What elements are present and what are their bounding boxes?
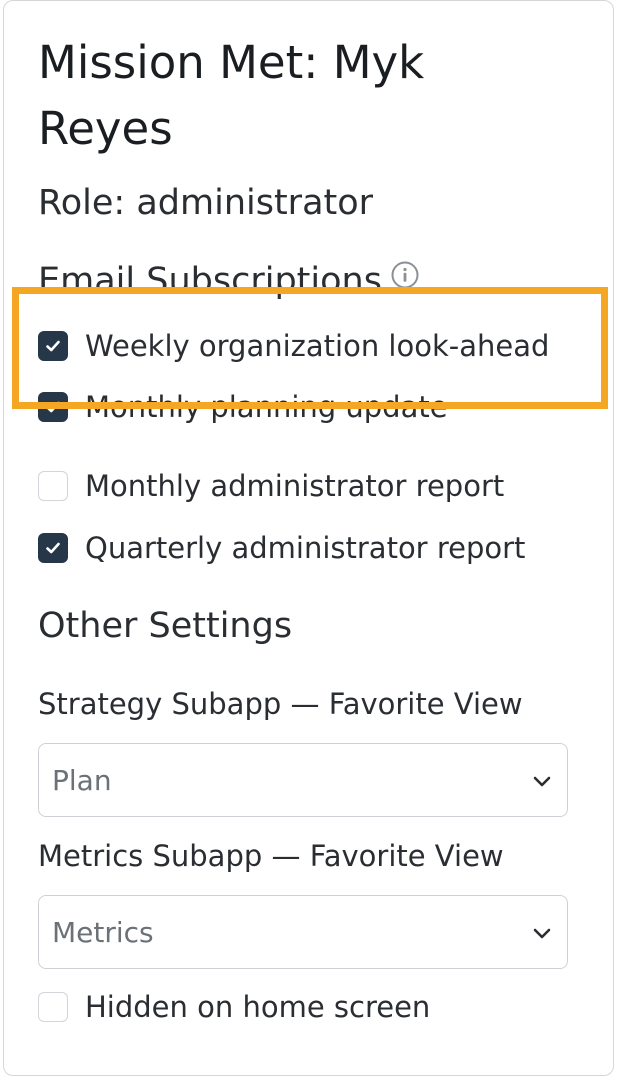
subscription-monthly-administrator-report[interactable]: Monthly administrator report [38, 466, 504, 506]
page-title: Mission Met: Myk Reyes [38, 36, 425, 155]
strategy-favorite-view-label: Strategy Subapp — Favorite View [38, 687, 523, 721]
hidden-on-home-screen[interactable]: Hidden on home screen [38, 987, 430, 1027]
metrics-favorite-view-label: Metrics Subapp — Favorite View [38, 839, 504, 873]
subscription-label: Quarterly administrator report [85, 531, 526, 565]
subscription-label: Monthly planning update [85, 390, 448, 424]
checkmark-icon [46, 542, 60, 554]
hidden-on-home-screen-label: Hidden on home screen [85, 990, 431, 1024]
email-subscriptions-heading-text: Email Subscriptions [38, 261, 382, 301]
checkmark-icon [46, 340, 60, 352]
checkbox-checked[interactable] [38, 533, 68, 563]
email-subscriptions-heading: Email Subscriptions [38, 258, 420, 304]
metrics-favorite-view-value: Metrics [52, 915, 154, 949]
subscription-quarterly-administrator-report[interactable]: Quarterly administrator report [38, 528, 525, 568]
chevron-down-icon [533, 776, 551, 787]
chevron-down-icon [533, 928, 551, 939]
subscription-label: Weekly organization look-ahead [85, 329, 550, 363]
checkmark-icon [46, 401, 60, 413]
strategy-favorite-view-select[interactable]: Plan [38, 743, 568, 817]
subscription-label: Monthly administrator report [85, 469, 505, 503]
other-settings-heading: Other Settings [38, 606, 293, 646]
user-role: Role: administrator [38, 183, 374, 223]
checkbox-unchecked[interactable] [38, 471, 68, 501]
subscription-weekly-look-ahead[interactable]: Weekly organization look-ahead [38, 326, 549, 366]
metrics-favorite-view-select[interactable]: Metrics [38, 895, 568, 969]
strategy-favorite-view-value: Plan [52, 763, 112, 797]
checkbox-checked[interactable] [38, 392, 68, 422]
subscription-monthly-planning-update[interactable]: Monthly planning update [38, 387, 448, 427]
checkbox-unchecked[interactable] [38, 992, 68, 1022]
checkbox-checked[interactable] [38, 331, 68, 361]
info-circle-icon[interactable] [390, 256, 420, 302]
